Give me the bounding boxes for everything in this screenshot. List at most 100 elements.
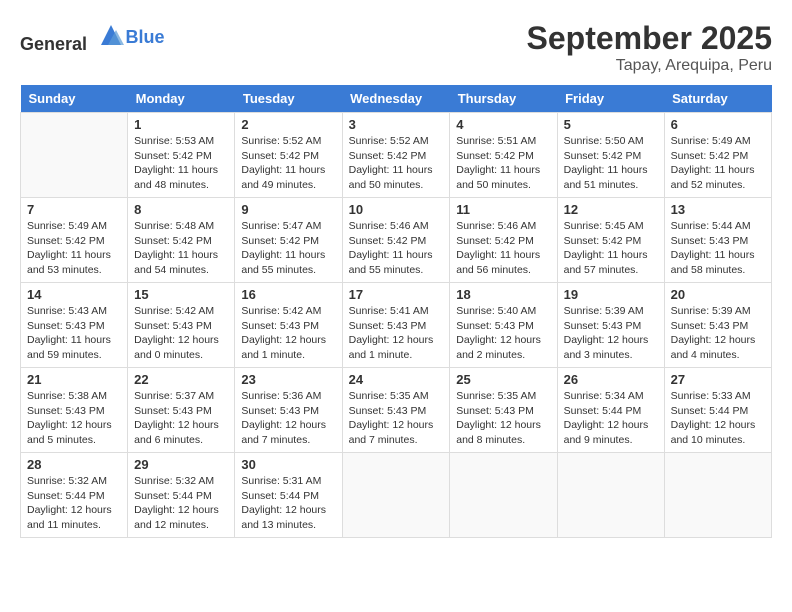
- day-info: Sunrise: 5:49 AMSunset: 5:42 PMDaylight:…: [27, 219, 121, 278]
- calendar-cell: 7 Sunrise: 5:49 AMSunset: 5:42 PMDaylight…: [21, 198, 128, 283]
- day-number: 20: [671, 287, 765, 302]
- calendar-day-header: Sunday: [21, 85, 128, 113]
- day-info: Sunrise: 5:39 AMSunset: 5:43 PMDaylight:…: [564, 304, 658, 363]
- calendar-cell: 25 Sunrise: 5:35 AMSunset: 5:43 PMDayligh…: [450, 368, 557, 453]
- day-number: 27: [671, 372, 765, 387]
- calendar-cell: 18 Sunrise: 5:40 AMSunset: 5:43 PMDayligh…: [450, 283, 557, 368]
- day-info: Sunrise: 5:51 AMSunset: 5:42 PMDaylight:…: [456, 134, 550, 193]
- day-number: 9: [241, 202, 335, 217]
- day-info: Sunrise: 5:46 AMSunset: 5:42 PMDaylight:…: [456, 219, 550, 278]
- day-number: 10: [349, 202, 444, 217]
- calendar-day-header: Tuesday: [235, 85, 342, 113]
- calendar-cell: 24 Sunrise: 5:35 AMSunset: 5:43 PMDayligh…: [342, 368, 450, 453]
- day-number: 30: [241, 457, 335, 472]
- calendar-cell: 16 Sunrise: 5:42 AMSunset: 5:43 PMDayligh…: [235, 283, 342, 368]
- logo-text-blue: Blue: [126, 27, 165, 48]
- day-info: Sunrise: 5:33 AMSunset: 5:44 PMDaylight:…: [671, 389, 765, 448]
- calendar-day-header: Monday: [128, 85, 235, 113]
- calendar-cell: [664, 453, 771, 538]
- day-number: 19: [564, 287, 658, 302]
- calendar-day-header: Saturday: [664, 85, 771, 113]
- calendar-day-header: Friday: [557, 85, 664, 113]
- calendar-cell: 2Sunrise: 5:52 AMSunset: 5:42 PMDaylight…: [235, 113, 342, 198]
- calendar: SundayMondayTuesdayWednesdayThursdayFrid…: [20, 85, 772, 538]
- calendar-cell: 23 Sunrise: 5:36 AMSunset: 5:43 PMDayligh…: [235, 368, 342, 453]
- day-info: Sunrise: 5:53 AMSunset: 5:42 PMDaylight:…: [134, 134, 228, 193]
- calendar-cell: 17 Sunrise: 5:41 AMSunset: 5:43 PMDayligh…: [342, 283, 450, 368]
- day-info: Sunrise: 5:52 AMSunset: 5:42 PMDaylight:…: [349, 134, 444, 193]
- day-number: 23: [241, 372, 335, 387]
- calendar-cell: 30 Sunrise: 5:31 AMSunset: 5:44 PMDayligh…: [235, 453, 342, 538]
- title-area: September 2025 Tapay, Arequipa, Peru: [527, 20, 772, 75]
- day-number: 22: [134, 372, 228, 387]
- day-number: 6: [671, 117, 765, 132]
- calendar-cell: 20 Sunrise: 5:39 AMSunset: 5:43 PMDayligh…: [664, 283, 771, 368]
- day-info: Sunrise: 5:39 AMSunset: 5:43 PMDaylight:…: [671, 304, 765, 363]
- calendar-cell: 6Sunrise: 5:49 AMSunset: 5:42 PMDaylight…: [664, 113, 771, 198]
- day-info: Sunrise: 5:52 AMSunset: 5:42 PMDaylight:…: [241, 134, 335, 193]
- calendar-cell: [21, 113, 128, 198]
- calendar-cell: 19 Sunrise: 5:39 AMSunset: 5:43 PMDayligh…: [557, 283, 664, 368]
- calendar-cell: [450, 453, 557, 538]
- day-number: 24: [349, 372, 444, 387]
- day-info: Sunrise: 5:45 AMSunset: 5:42 PMDaylight:…: [564, 219, 658, 278]
- day-info: Sunrise: 5:41 AMSunset: 5:43 PMDaylight:…: [349, 304, 444, 363]
- day-info: Sunrise: 5:32 AMSunset: 5:44 PMDaylight:…: [27, 474, 121, 533]
- day-info: Sunrise: 5:40 AMSunset: 5:43 PMDaylight:…: [456, 304, 550, 363]
- calendar-week-row: 21Sunrise: 5:38 AMSunset: 5:43 PMDayligh…: [21, 368, 772, 453]
- day-number: 3: [349, 117, 444, 132]
- day-number: 18: [456, 287, 550, 302]
- day-info: Sunrise: 5:48 AMSunset: 5:42 PMDaylight:…: [134, 219, 228, 278]
- day-number: 29: [134, 457, 228, 472]
- day-info: Sunrise: 5:35 AMSunset: 5:43 PMDaylight:…: [349, 389, 444, 448]
- calendar-cell: 26Sunrise: 5:34 AMSunset: 5:44 PMDayligh…: [557, 368, 664, 453]
- calendar-cell: 3 Sunrise: 5:52 AMSunset: 5:42 PMDaylight…: [342, 113, 450, 198]
- day-number: 25: [456, 372, 550, 387]
- calendar-cell: 12 Sunrise: 5:45 AMSunset: 5:42 PMDayligh…: [557, 198, 664, 283]
- calendar-cell: 10Sunrise: 5:46 AMSunset: 5:42 PMDayligh…: [342, 198, 450, 283]
- calendar-week-row: 28 Sunrise: 5:32 AMSunset: 5:44 PMDayligh…: [21, 453, 772, 538]
- calendar-cell: 27 Sunrise: 5:33 AMSunset: 5:44 PMDayligh…: [664, 368, 771, 453]
- calendar-cell: [342, 453, 450, 538]
- day-info: Sunrise: 5:42 AMSunset: 5:43 PMDaylight:…: [241, 304, 335, 363]
- calendar-day-header: Wednesday: [342, 85, 450, 113]
- day-number: 7: [27, 202, 121, 217]
- day-info: Sunrise: 5:35 AMSunset: 5:43 PMDaylight:…: [456, 389, 550, 448]
- day-number: 28: [27, 457, 121, 472]
- calendar-header-row: SundayMondayTuesdayWednesdayThursdayFrid…: [21, 85, 772, 113]
- day-info: Sunrise: 5:42 AMSunset: 5:43 PMDaylight:…: [134, 304, 228, 363]
- day-number: 5: [564, 117, 658, 132]
- day-number: 26: [564, 372, 658, 387]
- day-number: 12: [564, 202, 658, 217]
- calendar-day-header: Thursday: [450, 85, 557, 113]
- calendar-cell: 4Sunrise: 5:51 AMSunset: 5:42 PMDaylight…: [450, 113, 557, 198]
- calendar-cell: 11 Sunrise: 5:46 AMSunset: 5:42 PMDayligh…: [450, 198, 557, 283]
- calendar-week-row: 14 Sunrise: 5:43 AMSunset: 5:43 PMDayligh…: [21, 283, 772, 368]
- location-title: Tapay, Arequipa, Peru: [527, 57, 772, 75]
- day-number: 1: [134, 117, 228, 132]
- day-info: Sunrise: 5:36 AMSunset: 5:43 PMDaylight:…: [241, 389, 335, 448]
- day-number: 8: [134, 202, 228, 217]
- calendar-cell: 1 Sunrise: 5:53 AMSunset: 5:42 PMDaylight…: [128, 113, 235, 198]
- calendar-cell: 22Sunrise: 5:37 AMSunset: 5:43 PMDayligh…: [128, 368, 235, 453]
- calendar-cell: 13Sunrise: 5:44 AMSunset: 5:43 PMDayligh…: [664, 198, 771, 283]
- day-number: 13: [671, 202, 765, 217]
- calendar-cell: 5 Sunrise: 5:50 AMSunset: 5:42 PMDaylight…: [557, 113, 664, 198]
- month-title: September 2025: [527, 20, 772, 57]
- day-number: 15: [134, 287, 228, 302]
- day-info: Sunrise: 5:43 AMSunset: 5:43 PMDaylight:…: [27, 304, 121, 363]
- logo: General Blue: [20, 20, 165, 55]
- logo-text-general: General: [20, 34, 87, 54]
- day-info: Sunrise: 5:32 AMSunset: 5:44 PMDaylight:…: [134, 474, 228, 533]
- calendar-week-row: 7 Sunrise: 5:49 AMSunset: 5:42 PMDaylight…: [21, 198, 772, 283]
- calendar-cell: [557, 453, 664, 538]
- day-info: Sunrise: 5:50 AMSunset: 5:42 PMDaylight:…: [564, 134, 658, 193]
- day-number: 11: [456, 202, 550, 217]
- day-number: 21: [27, 372, 121, 387]
- day-number: 17: [349, 287, 444, 302]
- day-info: Sunrise: 5:47 AMSunset: 5:42 PMDaylight:…: [241, 219, 335, 278]
- day-number: 14: [27, 287, 121, 302]
- day-info: Sunrise: 5:31 AMSunset: 5:44 PMDaylight:…: [241, 474, 335, 533]
- header: General Blue September 2025 Tapay, Arequ…: [20, 20, 772, 75]
- day-number: 16: [241, 287, 335, 302]
